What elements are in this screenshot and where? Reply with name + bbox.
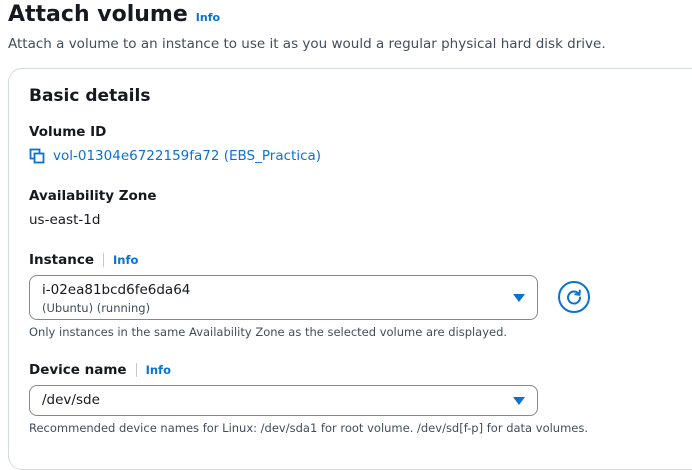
- device-name-selected-value: /dev/sde: [42, 392, 100, 408]
- panel-title: Basic details: [29, 86, 151, 106]
- label-divider: [135, 363, 137, 377]
- availability-zone-value: us-east-1d: [29, 212, 101, 228]
- page-header: Attach volume Info: [8, 0, 220, 30]
- volume-id-label: Volume ID: [29, 124, 107, 140]
- instance-select[interactable]: i-02ea81bcd6fe6da64 (Ubuntu) (running): [29, 275, 538, 320]
- instance-info-link[interactable]: Info: [113, 253, 138, 267]
- volume-id-link[interactable]: vol-01304e6722159fa72 (EBS_Practica): [29, 148, 321, 164]
- chevron-down-icon[interactable]: [513, 397, 525, 405]
- refresh-icon: [567, 289, 581, 305]
- copy-icon[interactable]: [29, 148, 45, 164]
- instance-selected-value: i-02ea81bcd6fe6da64: [42, 282, 191, 298]
- instance-label: Instance: [29, 252, 95, 268]
- chevron-down-icon[interactable]: [513, 294, 525, 302]
- page-description: Attach a volume to an instance to use it…: [8, 36, 606, 52]
- basic-details-panel: Basic details Volume ID vol-01304e672215…: [8, 68, 692, 470]
- volume-id-text[interactable]: vol-01304e6722159fa72 (EBS_Practica): [53, 148, 321, 164]
- instance-label-row: Instance Info: [29, 252, 138, 268]
- device-name-select[interactable]: /dev/sde: [29, 385, 538, 416]
- device-name-info-link[interactable]: Info: [146, 363, 171, 377]
- instance-hint: Only instances in the same Availability …: [29, 325, 508, 339]
- refresh-button[interactable]: [558, 281, 590, 313]
- instance-selected-sub: (Ubuntu) (running): [42, 301, 151, 315]
- availability-zone-label: Availability Zone: [29, 188, 157, 204]
- device-name-hint: Recommended device names for Linux: /dev…: [29, 421, 589, 435]
- device-name-label: Device name: [29, 362, 127, 378]
- title-row: Attach volume Info: [8, 0, 220, 30]
- page-title: Attach volume: [8, 2, 188, 27]
- title-info-link[interactable]: Info: [196, 11, 220, 24]
- device-name-label-row: Device name Info: [29, 362, 171, 378]
- label-divider: [103, 253, 105, 267]
